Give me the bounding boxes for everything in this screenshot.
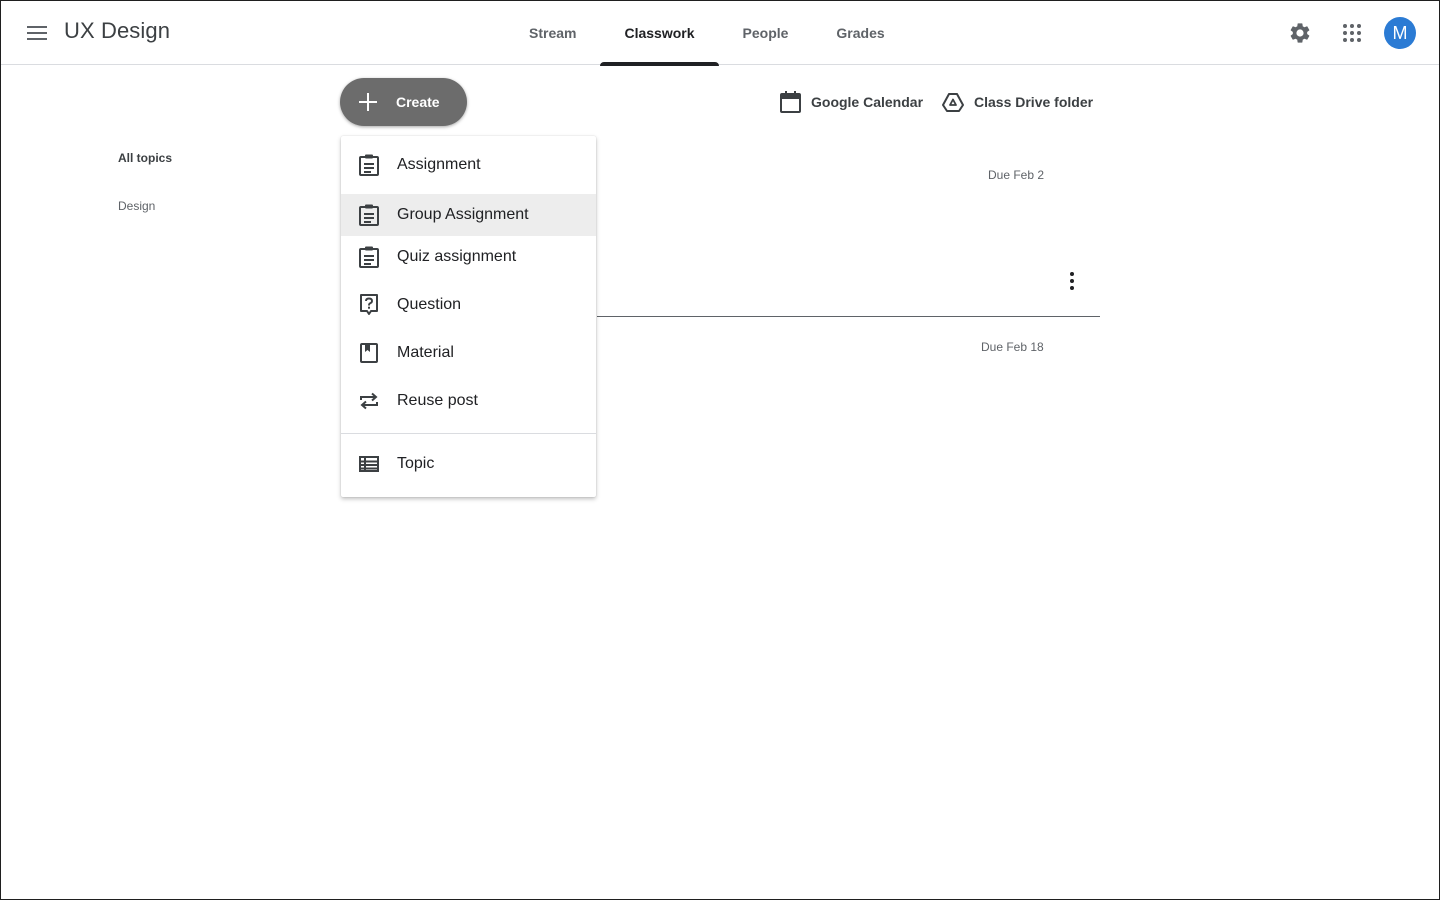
menu-item-label: Material bbox=[397, 344, 454, 361]
main-menu-button[interactable] bbox=[21, 17, 53, 49]
tab-stream[interactable]: Stream bbox=[505, 1, 600, 65]
calendar-icon bbox=[780, 91, 801, 113]
apps-button[interactable] bbox=[1336, 17, 1368, 49]
create-menu: Assignment Group Assignment Quiz assignm bbox=[341, 136, 596, 497]
google-calendar-label: Google Calendar bbox=[811, 94, 924, 110]
assignment-icon bbox=[358, 204, 380, 226]
app-header: UX Design Stream Classwork People Grades… bbox=[1, 1, 1439, 66]
repeat-icon bbox=[358, 390, 380, 412]
topic-icon bbox=[358, 453, 380, 475]
class-drive-folder-link[interactable]: Class Drive folder bbox=[942, 90, 1093, 114]
menu-item-group-assignment[interactable]: Group Assignment bbox=[341, 194, 596, 236]
create-button[interactable]: Create bbox=[340, 78, 467, 126]
tab-grades[interactable]: Grades bbox=[812, 1, 908, 65]
more-vert-icon bbox=[1070, 272, 1074, 290]
menu-item-label: Reuse post bbox=[397, 392, 478, 409]
tab-bar: Stream Classwork People Grades bbox=[505, 1, 909, 66]
class-drive-folder-label: Class Drive folder bbox=[974, 94, 1094, 110]
settings-button[interactable] bbox=[1284, 17, 1316, 49]
menu-item-label: Question bbox=[397, 296, 462, 313]
class-title[interactable]: UX Design bbox=[64, 18, 170, 44]
menu-item-question[interactable]: Question bbox=[341, 284, 596, 326]
topic-all-topics[interactable]: All topics bbox=[118, 151, 172, 165]
gear-icon bbox=[1290, 23, 1310, 43]
window-frame bbox=[0, 0, 1440, 900]
topic-more-options-button[interactable] bbox=[1060, 269, 1084, 293]
drive-icon bbox=[942, 93, 964, 112]
menu-item-label: Topic bbox=[397, 455, 435, 472]
menu-item-label: Group Assignment bbox=[397, 206, 529, 223]
menu-item-label: Assignment bbox=[397, 156, 481, 173]
plus-icon bbox=[359, 93, 377, 111]
topic-design[interactable]: Design bbox=[118, 199, 155, 213]
menu-item-reuse-post[interactable]: Reuse post bbox=[341, 380, 596, 422]
menu-item-label: Quiz assignment bbox=[397, 248, 517, 265]
material-icon bbox=[358, 342, 380, 364]
topic-divider bbox=[597, 316, 1100, 317]
assignment-icon bbox=[358, 154, 380, 176]
classwork-item-due-date: Due Feb 18 bbox=[981, 340, 1044, 354]
question-icon bbox=[358, 294, 380, 316]
tab-classwork[interactable]: Classwork bbox=[600, 1, 719, 66]
menu-icon bbox=[27, 26, 47, 40]
menu-divider bbox=[341, 433, 596, 434]
menu-item-material[interactable]: Material bbox=[341, 332, 596, 374]
tab-people[interactable]: People bbox=[719, 1, 813, 65]
account-avatar[interactable]: M bbox=[1384, 17, 1416, 49]
classwork-item-due-date: Due Feb 2 bbox=[988, 168, 1045, 182]
create-button-label: Create bbox=[396, 94, 440, 110]
menu-item-topic[interactable]: Topic bbox=[341, 443, 596, 485]
assignment-icon bbox=[358, 246, 380, 268]
menu-item-quiz-assignment[interactable]: Quiz assignment bbox=[341, 236, 596, 278]
menu-item-assignment[interactable]: Assignment bbox=[341, 144, 596, 186]
google-calendar-link[interactable]: Google Calendar bbox=[780, 90, 923, 114]
apps-grid-icon bbox=[1343, 24, 1361, 42]
